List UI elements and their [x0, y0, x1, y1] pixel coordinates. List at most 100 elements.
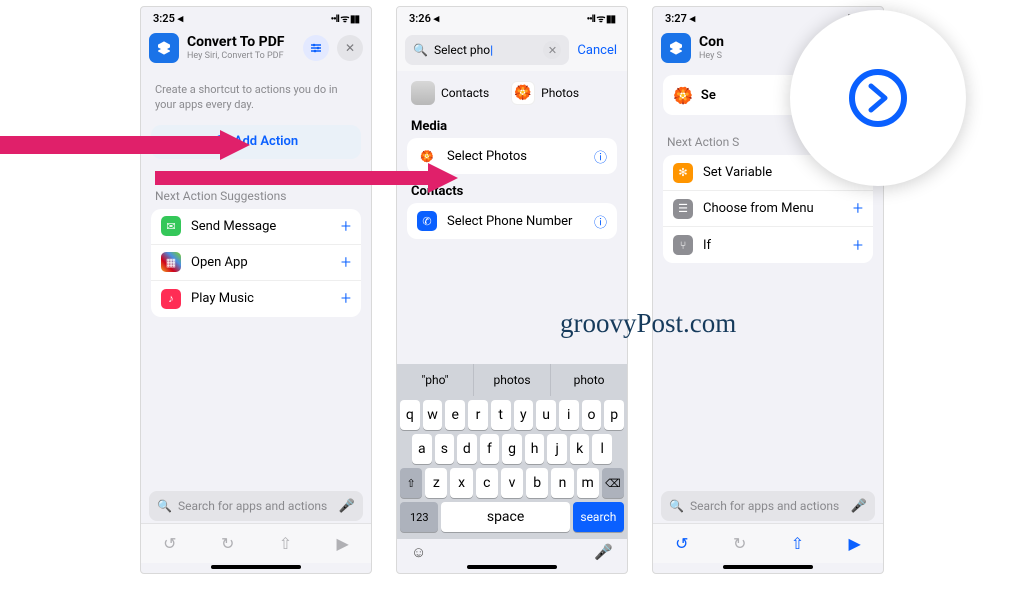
status-indicators: ••ll ᯤ ▮▮	[331, 11, 359, 25]
key-z[interactable]: z	[425, 468, 447, 498]
play-button[interactable]: ▶	[336, 534, 348, 553]
numbers-key[interactable]: 123	[400, 502, 438, 532]
suggestion-label: Open App	[191, 255, 248, 270]
key-a[interactable]: a	[412, 434, 432, 464]
shift-key[interactable]: ⇧	[400, 468, 422, 498]
photos-icon: 🏵️	[673, 86, 693, 105]
suggestion-if[interactable]: ⑂ If +	[663, 227, 873, 263]
key-o[interactable]: o	[582, 400, 602, 430]
key-d[interactable]: d	[457, 434, 477, 464]
search-placeholder: Search for apps and actions	[690, 499, 845, 513]
status-time: 3:26 ◂	[409, 12, 439, 25]
prediction-3[interactable]: photo	[551, 364, 627, 396]
home-indicator[interactable]	[211, 565, 301, 569]
add-icon[interactable]: +	[341, 252, 351, 273]
space-key[interactable]: space	[441, 502, 569, 532]
redo-button[interactable]: ↻	[221, 534, 234, 553]
undo-button[interactable]: ↺	[163, 534, 176, 553]
dictation-button[interactable]: 🎤	[594, 543, 613, 561]
key-k[interactable]: k	[570, 434, 590, 464]
key-t[interactable]: t	[491, 400, 511, 430]
search-key[interactable]: search	[573, 502, 624, 532]
keyboard-bottom: ☺ 🎤	[397, 539, 627, 563]
key-q[interactable]: q	[400, 400, 420, 430]
action-label: Se	[701, 88, 716, 103]
add-icon[interactable]: +	[853, 235, 863, 256]
key-c[interactable]: c	[476, 468, 498, 498]
share-button[interactable]: ⇧	[279, 534, 292, 553]
key-h[interactable]: h	[525, 434, 545, 464]
key-x[interactable]: x	[450, 468, 472, 498]
home-indicator[interactable]	[723, 565, 813, 569]
key-b[interactable]: b	[526, 468, 548, 498]
key-v[interactable]: v	[501, 468, 523, 498]
add-icon[interactable]: +	[853, 198, 863, 219]
settings-button[interactable]	[303, 35, 329, 61]
status-indicators: ••ll ᯤ ▮▮	[587, 11, 615, 25]
play-button[interactable]: ▶	[848, 534, 860, 553]
info-icon[interactable]: ⓘ	[594, 212, 607, 231]
key-e[interactable]: e	[445, 400, 465, 430]
add-icon[interactable]: +	[341, 216, 351, 237]
key-row-2: asdfghjkl	[400, 434, 624, 464]
key-n[interactable]: n	[551, 468, 573, 498]
shortcut-title: Con	[699, 35, 729, 50]
share-button[interactable]: ⇧	[791, 534, 804, 553]
result-select-phone[interactable]: ✆ Select Phone Number ⓘ	[407, 203, 617, 239]
add-icon[interactable]: +	[341, 288, 351, 309]
category-label: Photos	[541, 86, 579, 100]
menu-icon: ☰	[673, 199, 693, 219]
prediction-2[interactable]: photos	[474, 364, 551, 396]
key-s[interactable]: s	[435, 434, 455, 464]
key-m[interactable]: m	[577, 468, 599, 498]
undo-button[interactable]: ↺	[675, 534, 688, 553]
home-indicator[interactable]	[467, 565, 557, 569]
mic-icon[interactable]: 🎤	[851, 499, 867, 514]
search-field[interactable]: 🔍 Select pho| ✕	[405, 35, 569, 65]
suggestion-choose-menu[interactable]: ☰ Choose from Menu +	[663, 191, 873, 227]
search-placeholder: Search for apps and actions	[178, 499, 333, 513]
key-l[interactable]: l	[592, 434, 612, 464]
key-y[interactable]: y	[514, 400, 534, 430]
variable-icon: ✻	[673, 163, 693, 183]
categories-row: Contacts 🏵️ Photos	[397, 71, 627, 109]
info-icon[interactable]: ⓘ	[594, 147, 607, 166]
key-i[interactable]: i	[559, 400, 579, 430]
cancel-button[interactable]: Cancel	[577, 43, 617, 58]
mic-icon[interactable]: 🎤	[339, 499, 355, 514]
search-bar[interactable]: 🔍 Search for apps and actions 🎤	[661, 491, 875, 521]
suggestion-play-music[interactable]: ♪ Play Music +	[151, 281, 361, 317]
clear-search-button[interactable]: ✕	[543, 41, 561, 59]
annotation-arrow-select-photos	[0, 163, 458, 193]
suggestions-list: ✉ Send Message + ▦ Open App + ♪ Play Mus…	[151, 209, 361, 317]
suggestion-label: Set Variable	[703, 165, 772, 180]
search-icon: 🔍	[157, 499, 172, 513]
suggestion-label: Play Music	[191, 291, 254, 306]
category-photos[interactable]: 🏵️ Photos	[511, 81, 579, 105]
branch-icon: ⑂	[673, 235, 693, 255]
key-p[interactable]: p	[604, 400, 624, 430]
shortcut-app-icon	[661, 33, 691, 63]
search-icon: 🔍	[669, 499, 684, 513]
key-g[interactable]: g	[502, 434, 522, 464]
key-w[interactable]: w	[423, 400, 443, 430]
suggestion-open-app[interactable]: ▦ Open App +	[151, 245, 361, 281]
key-f[interactable]: f	[480, 434, 500, 464]
panel-2-search: 3:26 ◂ ••ll ᯤ ▮▮ 🔍 Select pho| ✕ Cancel …	[396, 6, 628, 574]
key-r[interactable]: r	[468, 400, 488, 430]
key-j[interactable]: j	[547, 434, 567, 464]
search-header: 🔍 Select pho| ✕ Cancel	[397, 29, 627, 71]
music-icon: ♪	[161, 289, 181, 309]
key-u[interactable]: u	[536, 400, 556, 430]
annotation-arrow-add-action	[0, 130, 250, 160]
result-label: Select Photos	[447, 149, 527, 164]
close-button[interactable]: ✕	[337, 35, 363, 61]
prediction-1[interactable]: "pho"	[397, 364, 474, 396]
search-bar[interactable]: 🔍 Search for apps and actions 🎤	[149, 491, 363, 521]
shortcut-title: Convert To PDF	[187, 35, 295, 50]
suggestion-send-message[interactable]: ✉ Send Message +	[151, 209, 361, 245]
redo-button[interactable]: ↻	[733, 534, 746, 553]
backspace-key[interactable]: ⌫	[602, 468, 624, 498]
category-contacts[interactable]: Contacts	[411, 81, 489, 105]
emoji-button[interactable]: ☺	[411, 543, 426, 561]
